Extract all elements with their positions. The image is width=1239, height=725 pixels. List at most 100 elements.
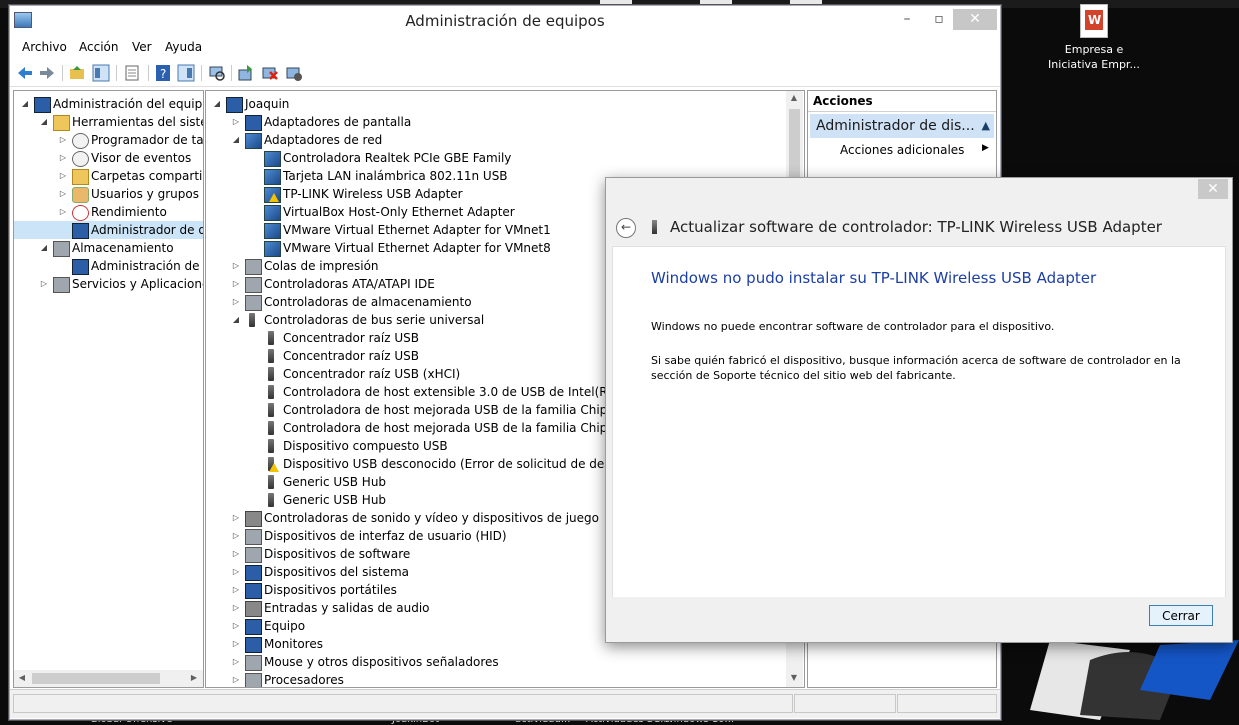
expand-arrow-icon[interactable]: ▷ [231, 617, 241, 635]
scroll-left-icon[interactable]: ◀ [14, 673, 30, 682]
usb-device-icon [652, 220, 657, 234]
expand-arrow-icon[interactable]: ▷ [231, 257, 241, 275]
collapse-arrow-icon[interactable]: ◢ [39, 239, 49, 257]
expand-arrow-icon[interactable]: ▷ [231, 113, 241, 131]
disable-device-icon[interactable] [285, 64, 303, 82]
ide-controller-icon [245, 277, 262, 293]
expand-arrow-icon[interactable]: ▷ [58, 131, 68, 149]
expand-arrow-icon[interactable]: ▷ [231, 671, 241, 687]
expand-arrow-icon[interactable]: ▷ [231, 527, 241, 545]
row-label: Visor de eventos [91, 151, 192, 165]
tree-item[interactable]: ▷ Rendimiento [14, 203, 203, 221]
collapse-triangle-icon[interactable]: ▲ [982, 114, 990, 138]
expand-arrow-icon[interactable]: ▷ [58, 203, 68, 221]
services-apps-icon [53, 277, 70, 293]
update-driver-dialog: ✕ ← Actualizar software de controlador: … [605, 177, 1233, 643]
row-label: Usuarios y grupos locale [91, 187, 203, 201]
menu-accion[interactable]: Acción [79, 40, 118, 54]
uninstall-device-icon[interactable] [261, 64, 279, 82]
users-groups-icon [72, 187, 89, 203]
tree-item[interactable]: ◢ Administración del equipo (loc [14, 95, 203, 113]
storage-controller-icon [245, 295, 262, 311]
expand-arrow-icon[interactable]: ▷ [231, 509, 241, 527]
expand-arrow-icon[interactable]: ▷ [231, 581, 241, 599]
tree-item[interactable]: ◢ Herramientas del sistema [14, 113, 203, 131]
expand-arrow-icon[interactable]: ▷ [231, 599, 241, 617]
row-label: Dispositivos de software [264, 547, 411, 561]
row-label: Administración de disco [91, 259, 203, 273]
row-label: Generic USB Hub [283, 493, 387, 507]
show-hide-action-pane-icon[interactable] [177, 64, 195, 82]
back-button-icon[interactable]: ← [616, 218, 636, 238]
tree-scroll-thumb[interactable] [32, 673, 160, 684]
expand-arrow-icon[interactable]: ▷ [231, 545, 241, 563]
properties-icon[interactable] [123, 64, 141, 82]
maximize-button[interactable]: ▫ [924, 9, 954, 30]
close-dialog-button[interactable]: Cerrar [1149, 605, 1213, 626]
device-item[interactable]: Controladora Realtek PCIe GBE Family [206, 149, 786, 167]
tree-item[interactable]: Administración de disco [14, 257, 203, 275]
tree-item[interactable]: ▷ Servicios y Aplicaciones [14, 275, 203, 293]
up-folder-icon[interactable] [68, 64, 86, 82]
status-bar [10, 689, 1000, 718]
tree-item[interactable]: ▷ Programador de tareas [14, 131, 203, 149]
device-item[interactable]: ▷ Mouse y otros dispositivos señaladores [206, 653, 786, 671]
update-driver-icon[interactable] [237, 64, 255, 82]
expand-arrow-icon[interactable]: ▷ [231, 635, 241, 653]
device-item[interactable]: ▷ Adaptadores de pantalla [206, 113, 786, 131]
scan-hardware-icon[interactable] [208, 64, 226, 82]
expand-arrow-icon[interactable]: ▷ [231, 563, 241, 581]
expand-arrow-icon[interactable]: ▷ [39, 275, 49, 293]
network-adapter-icon [264, 223, 281, 239]
expand-arrow-icon[interactable]: ▷ [231, 275, 241, 293]
tree-item[interactable]: ◢ Almacenamiento [14, 239, 203, 257]
show-hide-tree-icon[interactable] [92, 64, 110, 82]
computer-management-icon [34, 97, 51, 113]
collapse-arrow-icon[interactable]: ◢ [212, 95, 222, 113]
scroll-down-icon[interactable]: ▼ [786, 673, 802, 682]
menu-ver[interactable]: Ver [132, 40, 152, 54]
row-label: Almacenamiento [72, 241, 174, 255]
expand-arrow-icon[interactable]: ▷ [58, 185, 68, 203]
row-label: TP-LINK Wireless USB Adapter [283, 187, 463, 201]
disk-management-icon [72, 259, 89, 275]
collapse-arrow-icon[interactable]: ◢ [231, 311, 241, 329]
menu-archivo[interactable]: Archivo [22, 40, 67, 54]
desktop-shortcut[interactable]: Empresa e Iniciativa Empr... [1044, 4, 1144, 72]
collapse-arrow-icon[interactable]: ◢ [20, 95, 30, 113]
tree-item[interactable]: ▷ Visor de eventos [14, 149, 203, 167]
status-cell-secondary [794, 694, 896, 713]
device-item[interactable]: ◢ Joaquin [206, 95, 786, 113]
dialog-message: Windows no puede encontrar software de c… [651, 320, 1055, 333]
expand-arrow-icon[interactable]: ▷ [58, 167, 68, 185]
menu-ayuda[interactable]: Ayuda [165, 40, 202, 54]
forward-arrow-icon[interactable] [38, 64, 56, 82]
expand-arrow-icon[interactable]: ▷ [231, 293, 241, 311]
help-icon[interactable]: ? [154, 64, 172, 82]
device-item[interactable]: ◢ Adaptadores de red [206, 131, 786, 149]
device-scroll-thumb[interactable] [789, 109, 800, 181]
row-label: Generic USB Hub [283, 475, 387, 489]
tree-horizontal-scrollbar[interactable]: ◀ ▶ [14, 670, 203, 687]
tree-item[interactable]: ▷ Carpetas compartidas [14, 167, 203, 185]
window-title: Administración de equipos [405, 12, 605, 30]
dialog-close-button[interactable]: ✕ [1198, 179, 1228, 199]
row-label: Administrador de dispo [91, 223, 203, 237]
tree-item[interactable]: ▷ Usuarios y grupos locale [14, 185, 203, 203]
actions-section-device-manager[interactable]: Administrador de dis... ▲ [810, 114, 994, 138]
collapse-arrow-icon[interactable]: ◢ [39, 113, 49, 131]
minimize-button[interactable]: – [892, 9, 922, 30]
back-arrow-icon[interactable] [16, 64, 34, 82]
scroll-right-icon[interactable]: ▶ [186, 673, 202, 682]
close-button[interactable]: ✕ [953, 9, 997, 30]
scroll-up-icon[interactable]: ▲ [786, 93, 802, 102]
network-adapter-icon [264, 241, 281, 257]
tree-item[interactable]: Administrador de dispo [14, 221, 203, 239]
device-item[interactable]: ▷ Procesadores [206, 671, 786, 687]
more-actions-item[interactable]: Acciones adicionales [840, 143, 964, 157]
collapse-arrow-icon[interactable]: ◢ [231, 131, 241, 149]
expand-arrow-icon[interactable]: ▷ [231, 653, 241, 671]
usb-icon [268, 421, 274, 435]
row-label: VMware Virtual Ethernet Adapter for VMne… [283, 223, 551, 237]
expand-arrow-icon[interactable]: ▷ [58, 149, 68, 167]
